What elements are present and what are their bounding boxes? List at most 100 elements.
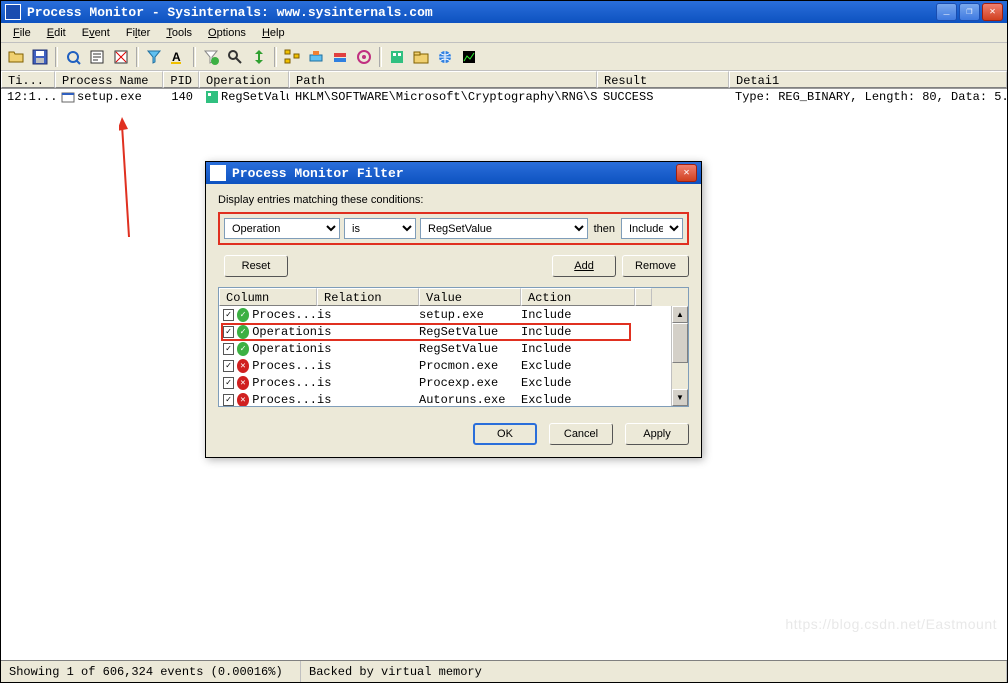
filter-value-combo[interactable]: RegSetValue [420, 218, 588, 239]
rule-column: Proces... [252, 308, 317, 322]
list-col-action[interactable]: Action [521, 288, 635, 306]
apply-button[interactable]: Apply [625, 423, 689, 445]
dialog-titlebar: Process Monitor Filter ✕ [206, 162, 701, 184]
rule-action: Exclude [521, 393, 621, 407]
status-backing: Backed by virtual memory [301, 661, 1007, 682]
table-row[interactable]: 12:1... setup.exe 140 RegSetValue HKLM\S… [1, 89, 1007, 105]
cell-pid: 140 [163, 90, 199, 104]
menu-filter[interactable]: Filter [118, 25, 158, 41]
rule-column: Operation [252, 325, 317, 339]
col-process[interactable]: Process Name [55, 71, 163, 88]
col-operation[interactable]: Operation [199, 71, 289, 88]
filter-condition-row: Operation is RegSetValue then Include [218, 212, 689, 245]
include-icon[interactable] [200, 46, 222, 68]
minimize-button[interactable]: _ [936, 3, 957, 21]
list-col-column[interactable]: Column [219, 288, 317, 306]
filter-column-combo[interactable]: Operation [224, 218, 340, 239]
registry-icon[interactable] [386, 46, 408, 68]
clear-icon[interactable] [110, 46, 132, 68]
rule-action: Exclude [521, 376, 621, 390]
main-title: Process Monitor - Sysinternals: www.sysi… [27, 5, 433, 20]
rule-relation: is [317, 376, 419, 390]
scroll-up-icon[interactable]: ▲ [672, 306, 688, 323]
list-item[interactable]: ✓✓OperationisRegSetValueInclude [219, 340, 688, 357]
target-icon[interactable] [353, 46, 375, 68]
cell-detail: Type: REG_BINARY, Length: 80, Data: 5... [729, 90, 1007, 104]
filesystem-icon[interactable] [410, 46, 432, 68]
menu-options[interactable]: Options [200, 25, 254, 41]
save-icon[interactable] [29, 46, 51, 68]
filter-rules-list[interactable]: Column Relation Value Action ✓✓Proces...… [218, 287, 689, 407]
rule-checkbox[interactable]: ✓ [223, 326, 234, 338]
filter-relation-combo[interactable]: is [344, 218, 416, 239]
list-item[interactable]: ✓✕Proces...isAutoruns.exeExclude [219, 391, 688, 406]
maximize-button[interactable]: ❐ [959, 3, 980, 21]
rule-value: RegSetValue [419, 342, 521, 356]
add-button[interactable]: Add [552, 255, 616, 277]
menu-event[interactable]: Event [74, 25, 118, 41]
exclude-icon: ✕ [237, 393, 249, 407]
rule-relation: is [317, 325, 419, 339]
rule-checkbox[interactable]: ✓ [223, 394, 234, 406]
capture-icon[interactable] [62, 46, 84, 68]
menu-edit[interactable]: Edit [39, 25, 74, 41]
rule-value: setup.exe [419, 308, 521, 322]
filter-icon[interactable] [143, 46, 165, 68]
dialog-icon [210, 165, 226, 181]
process-exe-icon [61, 90, 75, 104]
menu-help[interactable]: Help [254, 25, 293, 41]
cancel-button[interactable]: Cancel [549, 423, 613, 445]
menubar: File Edit Event Filter Tools Options Hel… [1, 23, 1007, 43]
list-col-relation[interactable]: Relation [317, 288, 419, 306]
jump-icon[interactable] [248, 46, 270, 68]
find-icon[interactable] [224, 46, 246, 68]
rule-action: Include [521, 308, 621, 322]
highlight-icon[interactable]: A [167, 46, 189, 68]
filter-dialog: Process Monitor Filter ✕ Display entries… [205, 161, 702, 458]
col-time[interactable]: Ti... [1, 71, 55, 88]
cell-time: 12:1... [1, 90, 55, 104]
annotation-arrow [119, 117, 139, 237]
network-icon[interactable] [434, 46, 456, 68]
col-pid[interactable]: PID [163, 71, 199, 88]
rule-checkbox[interactable]: ✓ [223, 343, 234, 355]
list-col-value[interactable]: Value [419, 288, 521, 306]
status-events: Showing 1 of 606,324 events (0.00016%) [1, 661, 301, 682]
exclude-icon: ✕ [237, 359, 249, 373]
list-item[interactable]: ✓✕Proces...isProcexp.exeExclude [219, 374, 688, 391]
rule-checkbox[interactable]: ✓ [223, 360, 234, 372]
list-item[interactable]: ✓✕Proces...isProcmon.exeExclude [219, 357, 688, 374]
stack-icon[interactable] [329, 46, 351, 68]
close-button[interactable]: ✕ [982, 3, 1003, 21]
watermark: https://blog.csdn.net/Eastmount [775, 610, 1007, 638]
tree-icon[interactable] [281, 46, 303, 68]
registry-op-icon [205, 90, 219, 104]
remove-button[interactable]: Remove [622, 255, 689, 277]
include-icon: ✓ [237, 342, 249, 356]
menu-file[interactable]: File [5, 25, 39, 41]
reset-button[interactable]: Reset [224, 255, 288, 277]
list-item[interactable]: ✓✓OperationisRegSetValueInclude [219, 323, 688, 340]
col-path[interactable]: Path [289, 71, 597, 88]
rule-action: Exclude [521, 359, 621, 373]
rule-checkbox[interactable]: ✓ [223, 309, 234, 321]
ok-button[interactable]: OK [473, 423, 537, 445]
col-result[interactable]: Result [597, 71, 729, 88]
process-icon[interactable] [305, 46, 327, 68]
dialog-close-button[interactable]: ✕ [676, 164, 697, 182]
scroll-down-icon[interactable]: ▼ [672, 389, 688, 406]
scroll-thumb[interactable] [672, 323, 688, 363]
rule-checkbox[interactable]: ✓ [223, 377, 234, 389]
open-icon[interactable] [5, 46, 27, 68]
list-item[interactable]: ✓✓Proces...issetup.exeInclude [219, 306, 688, 323]
include-icon: ✓ [237, 325, 249, 339]
autoscroll-icon[interactable] [86, 46, 108, 68]
menu-tools[interactable]: Tools [158, 25, 200, 41]
list-scrollbar[interactable]: ▲ ▼ [671, 306, 688, 406]
column-header: Ti... Process Name PID Operation Path Re… [1, 71, 1007, 89]
profiling-icon[interactable] [458, 46, 480, 68]
rule-column: Proces... [252, 359, 317, 373]
col-detail[interactable]: Detai1 [729, 71, 1007, 88]
filter-action-combo[interactable]: Include [621, 218, 683, 239]
svg-text:A: A [172, 50, 181, 64]
